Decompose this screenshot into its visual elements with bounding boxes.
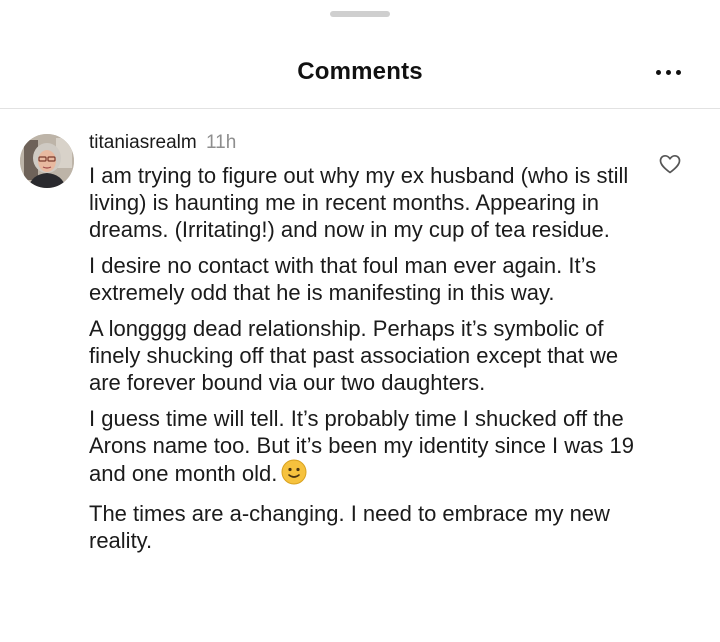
user-avatar-photo <box>20 134 74 188</box>
next-comment-partial <box>89 630 129 642</box>
more-horizontal-icon-dot-2 <box>665 69 671 75</box>
heart-outline-icon <box>659 154 681 174</box>
comment-paragraph-1: I am trying to figure out why my ex husb… <box>89 163 629 242</box>
comment-timestamp: 11h <box>206 132 237 153</box>
comments-header: Comments <box>0 40 720 109</box>
smiling-face-emoji-icon <box>281 459 307 491</box>
more-horizontal-icon-dot-3 <box>675 69 681 75</box>
comment-paragraph-4-text: I guess time will tell. It’s probably ti… <box>89 406 634 486</box>
page-title: Comments <box>297 58 423 85</box>
more-horizontal-icon <box>655 69 661 75</box>
avatar[interactable] <box>20 134 74 188</box>
comment-paragraph-3: A longggg dead relationship. Perhaps it’… <box>89 316 619 395</box>
comment-paragraph-4: I guess time will tell. It’s probably ti… <box>89 405 639 491</box>
comment-paragraph-2: I desire no contact with that foul man e… <box>89 253 597 305</box>
username-link[interactable]: titaniasrealm <box>89 132 197 153</box>
more-options-button[interactable] <box>648 58 688 86</box>
comment-paragraph-5: The times are a-changing. I need to embr… <box>89 501 610 553</box>
comment-content: titaniasrealm 11h I am trying to figure … <box>89 130 639 554</box>
sheet-drag-handle[interactable] <box>330 11 390 17</box>
comment-meta: titaniasrealm 11h <box>89 130 639 156</box>
like-button[interactable] <box>658 152 682 176</box>
